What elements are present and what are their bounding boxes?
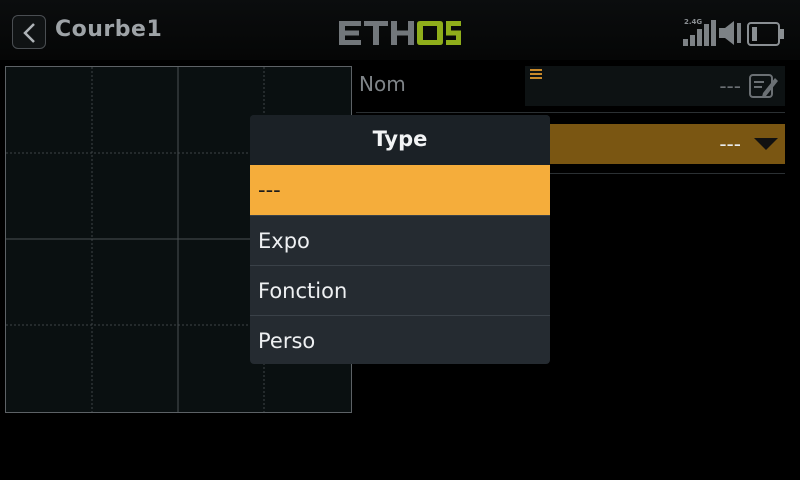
back-button[interactable] [12,15,46,49]
option-expo[interactable]: Expo [250,215,550,265]
back-arrow-icon [23,23,35,43]
option-none[interactable]: --- [250,165,550,215]
menu-icon [530,69,542,79]
type-value: --- [719,132,741,156]
divider [356,112,785,113]
name-field[interactable]: --- [525,66,785,106]
speaker-icon [719,21,741,45]
edit-icon[interactable] [749,72,779,100]
top-bar: Courbe1 2.4G [0,0,800,60]
option-perso[interactable]: Perso [250,315,550,364]
option-fonction[interactable]: Fonction [250,265,550,315]
page-title: Courbe1 [55,17,163,42]
radio-band-label: 2.4G [684,18,703,26]
dialog-title: Type [250,115,550,165]
battery-icon [747,22,784,46]
ethos-logo [339,21,461,45]
name-value: --- [719,74,741,98]
type-select[interactable]: --- [540,124,785,164]
type-picker-dialog: Type --- Expo Fonction Perso [250,115,550,364]
name-label: Nom [359,72,406,96]
chevron-down-icon [754,138,778,150]
